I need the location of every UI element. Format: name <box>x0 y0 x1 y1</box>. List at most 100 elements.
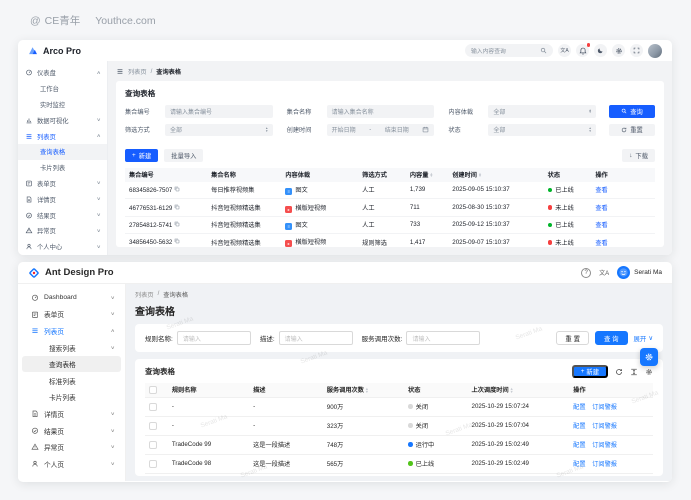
sort-carets-icon[interactable]: ▴▾ <box>479 173 481 179</box>
antd-logo[interactable]: Ant Design Pro <box>28 267 114 279</box>
dark-mode-button[interactable] <box>594 44 607 57</box>
sidebar-item-card-list[interactable]: 卡片列表 <box>22 390 121 406</box>
sidebar-item-search-table[interactable]: 查询表格 <box>22 356 121 372</box>
download-button[interactable]: ↓ 下载 <box>622 149 655 162</box>
view-link[interactable]: 查看 <box>595 240 607 247</box>
breadcrumb-item-current: 查询表格 <box>156 67 181 76</box>
search-button[interactable]: 查 询 <box>595 331 628 345</box>
settings-button[interactable] <box>612 44 625 57</box>
collection-name-input[interactable]: 请输入集合名称 <box>327 105 435 118</box>
copy-icon[interactable] <box>174 204 180 210</box>
sidebar-item-monitor[interactable]: 实时监控 <box>18 97 107 113</box>
reload-icon[interactable] <box>615 368 623 376</box>
notifications-button[interactable] <box>576 44 589 57</box>
view-link[interactable]: 查看 <box>595 222 607 229</box>
chart-icon <box>25 117 33 124</box>
copy-icon[interactable] <box>174 221 180 227</box>
density-icon[interactable] <box>630 368 638 376</box>
column-header-status: 状态 <box>544 168 592 182</box>
sidebar-item-workplace[interactable]: 工作台 <box>18 81 107 97</box>
subscribe-alert-link[interactable]: 订阅警报 <box>592 404 617 411</box>
configure-link[interactable]: 配置 <box>573 461 585 468</box>
sidebar-item-account-pages[interactable]: 个人页 ∨ <box>22 456 121 472</box>
filter-type-select[interactable]: 全部 ▴▾ <box>165 124 273 137</box>
avatar[interactable] <box>648 44 662 58</box>
reset-button[interactable]: 重 置 <box>556 331 589 345</box>
sort-carets-icon[interactable]: ▴▾ <box>430 173 432 179</box>
warning-icon <box>31 443 39 451</box>
column-header-time[interactable]: 上次调度时间▴▾ <box>468 383 570 397</box>
copy-icon[interactable] <box>174 186 180 192</box>
service-calls-input[interactable]: 请输入 <box>406 331 480 345</box>
sidebar-item-list-pages[interactable]: 列表页 ∧ <box>22 323 121 339</box>
breadcrumb: 列表页 / 查询表格 <box>135 290 663 299</box>
create-button[interactable]: + 新建 <box>125 149 158 162</box>
theme-settings-button[interactable] <box>640 348 658 366</box>
sidebar-item-search-list[interactable]: 搜索列表 ∨ <box>22 340 121 356</box>
sidebar-item-dashboard[interactable]: Dashboard ∨ <box>22 290 121 306</box>
collection-id-input[interactable]: 请输入集合编号 <box>165 105 273 118</box>
arco-logo[interactable]: Arco Pro <box>28 45 81 56</box>
calendar-icon <box>422 126 429 133</box>
subscribe-alert-link[interactable]: 订阅警报 <box>592 442 617 449</box>
reset-button[interactable]: 重置 <box>609 124 655 137</box>
rule-name-input[interactable]: 请输入 <box>177 331 251 345</box>
subscribe-alert-link[interactable]: 订阅警报 <box>592 423 617 430</box>
translate-button[interactable]: 文A <box>558 44 571 57</box>
sidebar-item-form-pages[interactable]: 表单页 ∨ <box>22 307 121 323</box>
user-menu[interactable]: Serati Ma <box>617 266 662 279</box>
search-button[interactable]: 查询 <box>609 105 655 118</box>
column-header-created[interactable]: 创建时间▴▾ <box>448 168 543 182</box>
sort-carets-icon[interactable]: ▴▾ <box>511 388 513 394</box>
arco-global-search-input[interactable]: 输入内容查询 <box>465 44 553 57</box>
description-input[interactable]: 请输入 <box>279 331 353 345</box>
batch-import-button[interactable]: 批量导入 <box>164 149 203 162</box>
sidebar-item-search-table[interactable]: 查询表格 <box>18 144 107 160</box>
image-text-icon: ≡ <box>285 188 292 195</box>
sidebar-item-list-pages[interactable]: 列表页 ∧ <box>18 128 107 144</box>
help-button[interactable]: ? <box>581 268 591 278</box>
subscribe-alert-link[interactable]: 订阅警报 <box>592 461 617 468</box>
sidebar-item-exception-pages[interactable]: 异常页 ∨ <box>22 439 121 455</box>
expand-link[interactable]: 展开 ∨ <box>634 334 653 343</box>
configure-link[interactable]: 配置 <box>573 404 585 411</box>
copy-icon[interactable] <box>174 238 180 244</box>
sidebar-item-label: 工作台 <box>40 84 100 93</box>
sidebar-item-basic-list[interactable]: 标准列表 <box>22 373 121 389</box>
column-settings-icon[interactable] <box>645 368 653 376</box>
fullscreen-button[interactable] <box>630 44 643 57</box>
sidebar-item-visualization[interactable]: 数据可视化 ∨ <box>18 112 107 128</box>
configure-link[interactable]: 配置 <box>573 423 585 430</box>
content-genre-select[interactable]: 全部 ▴▾ <box>488 105 596 118</box>
breadcrumb-item[interactable]: 列表页 <box>128 67 147 76</box>
sidebar-item-exception-pages[interactable]: 异常页 ∨ <box>18 223 107 239</box>
row-checkbox[interactable] <box>149 422 157 430</box>
sort-carets-icon[interactable]: ▴▾ <box>366 388 368 394</box>
create-button[interactable]: + 新建 <box>572 365 608 378</box>
sidebar-item-profile-pages[interactable]: 详情页 ∨ <box>18 191 107 207</box>
menu-collapse-icon[interactable] <box>116 68 124 75</box>
row-checkbox[interactable] <box>149 403 157 411</box>
configure-link[interactable]: 配置 <box>573 442 585 449</box>
sidebar-item-dashboard[interactable]: 仪表盘 ∧ <box>18 65 107 81</box>
breadcrumb-item[interactable]: 列表页 <box>135 290 154 299</box>
sidebar-item-result-pages[interactable]: 结果页 ∨ <box>22 423 121 439</box>
translate-button[interactable]: 文A <box>599 268 609 277</box>
column-header-id: 集合编号 <box>125 168 207 182</box>
select-all-checkbox[interactable] <box>149 386 157 394</box>
view-link[interactable]: 查看 <box>595 187 607 194</box>
antd-sidebar: Dashboard ∨ 表单页 ∨ 列表页 ∧ 搜索列表 ∨ 查询表格 标准列表 <box>18 284 126 481</box>
view-link[interactable]: 查看 <box>595 205 607 212</box>
row-checkbox[interactable] <box>149 441 157 449</box>
sidebar-item-card-list[interactable]: 卡片列表 <box>18 160 107 176</box>
row-checkbox[interactable] <box>149 460 157 468</box>
sidebar-item-form-pages[interactable]: 表单页 ∨ <box>18 176 107 192</box>
column-header-count[interactable]: 内容量▴▾ <box>406 168 448 182</box>
date-range-picker[interactable]: 开始日期 - 结束日期 <box>327 124 435 137</box>
status-select[interactable]: 全部 ▴▾ <box>488 124 596 137</box>
sidebar-item-result-pages[interactable]: 结果页 ∨ <box>18 207 107 223</box>
breadcrumb-item-current: 查询表格 <box>163 290 188 299</box>
column-header-calls[interactable]: 服务调用次数▴▾ <box>323 383 404 397</box>
sidebar-item-user-center[interactable]: 个人中心 ∨ <box>18 239 107 255</box>
sidebar-item-profile-pages[interactable]: 详情页 ∨ <box>22 406 121 422</box>
